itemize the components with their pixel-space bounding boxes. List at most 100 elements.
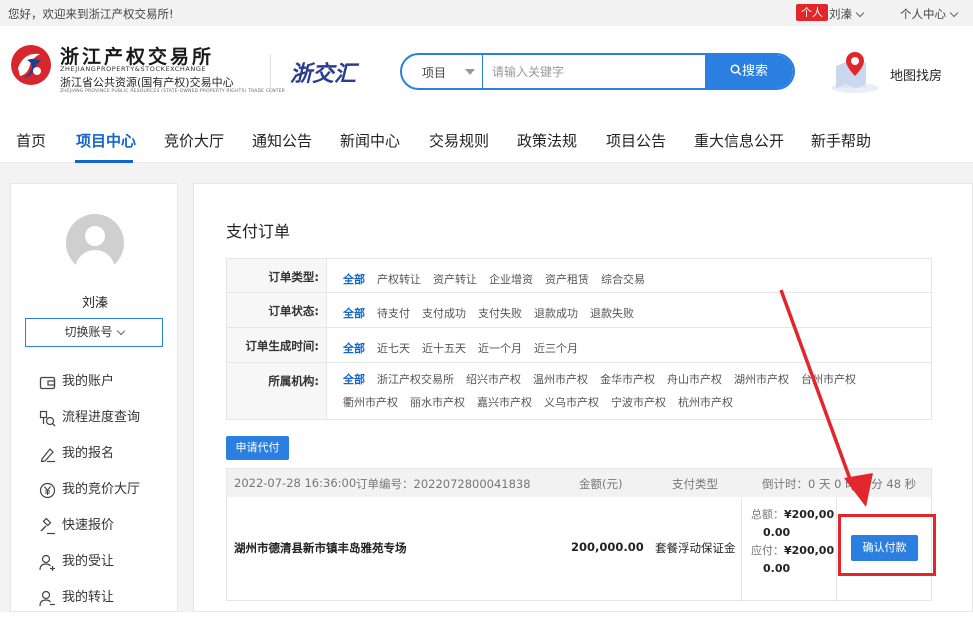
dropdown-triangle-icon[interactable]	[465, 69, 475, 75]
filter-label: 订单状态:	[227, 293, 327, 327]
filter-row-created-time: 订单生成时间: 全部 近七天 近十五天 近一个月 近三个月	[227, 328, 931, 363]
filter-option[interactable]: 企业增资	[489, 268, 533, 291]
filter-option[interactable]: 近七天	[377, 337, 410, 360]
filter-option[interactable]: 近三个月	[534, 337, 578, 360]
sidebar-item-my-bidding-hall[interactable]: 我的竞价大厅	[39, 480, 140, 516]
confirm-payment-button[interactable]: 确认付款	[851, 535, 918, 561]
sidebar-item-my-account[interactable]: 我的账户	[39, 372, 140, 408]
nav-project-center[interactable]: 项目中心	[76, 130, 136, 151]
filter-option[interactable]: 温州市产权	[533, 368, 588, 391]
pay-type-column-header: 支付类型	[672, 477, 718, 491]
welcome-text: 您好，欢迎来到浙江产权交易所!	[8, 7, 174, 21]
sidebar-item-my-transfers[interactable]: 我的转让	[39, 588, 140, 624]
filter-label: 所属机构:	[227, 363, 327, 419]
user-name: 刘溱	[829, 7, 852, 21]
sidebar-item-my-acquisitions[interactable]: 我的受让	[39, 552, 140, 588]
filter-option[interactable]: 丽水市产权	[410, 391, 465, 414]
filter-option[interactable]: 浙江产权交易所	[377, 368, 454, 391]
filter-option[interactable]: 衢州市产权	[343, 391, 398, 414]
sidebar-item-label: 我的转让	[62, 590, 115, 605]
filter-option[interactable]: 资产转让	[433, 268, 477, 291]
nav-policies[interactable]: 政策法规	[517, 130, 577, 151]
switch-account-label: 切换账号	[64, 325, 113, 339]
header: 浙江产权交易所 ZHEJIANGPROPERTY&STOCKEXCHANGE 浙…	[0, 26, 973, 116]
filter-option[interactable]: 绍兴市产权	[466, 368, 521, 391]
filter-option[interactable]: 近一个月	[478, 337, 522, 360]
filter-options: 全部 待支付 支付成功 支付失败 退款成功 退款失败	[343, 302, 923, 325]
search-type-select[interactable]: 项目	[422, 64, 446, 81]
sidebar-item-label: 流程进度查询	[62, 410, 141, 425]
search-icon	[730, 64, 742, 76]
nav-project-announcements[interactable]: 项目公告	[606, 130, 666, 151]
nav-bidding-hall[interactable]: 竞价大厅	[164, 130, 224, 151]
nav-notices[interactable]: 通知公告	[252, 130, 312, 151]
filter-option[interactable]: 支付失败	[478, 302, 522, 325]
sidebar-item-label: 我的受让	[62, 554, 115, 569]
map-find-label: 地图找房	[890, 69, 943, 84]
search-input[interactable]	[492, 61, 702, 83]
map-pin-icon	[831, 52, 879, 93]
filter-option[interactable]: 台州市产权	[801, 368, 856, 391]
filter-option[interactable]: 产权转让	[377, 268, 421, 291]
user-menu[interactable]: 刘溱	[829, 6, 865, 22]
sidebar-item-progress-query[interactable]: 流程进度查询	[39, 408, 140, 444]
filter-option[interactable]: 全部	[343, 368, 365, 391]
due-label: 应付：	[751, 544, 784, 557]
filter-option[interactable]: 退款失败	[590, 302, 634, 325]
sign-pen-icon	[40, 448, 55, 463]
search-bar: 项目 搜索	[400, 53, 795, 90]
filter-option[interactable]: 舟山市产权	[667, 368, 722, 391]
filter-option[interactable]: 支付成功	[422, 302, 466, 325]
nav-trading-rules[interactable]: 交易规则	[429, 130, 489, 151]
switch-account-button[interactable]: 切换账号	[25, 318, 163, 347]
user-add-icon	[39, 554, 55, 571]
top-bar: 您好，欢迎来到浙江产权交易所! 个人 刘溱 个人中心	[0, 0, 973, 26]
user-sidebar: 刘溱 切换账号 我的账户 流程进度查询 我的报名 我的竞价大厅 快速报价 我的受…	[10, 183, 178, 612]
apply-proxy-payment-button[interactable]: 申请代付	[226, 436, 289, 460]
chevron-down-icon	[855, 8, 865, 18]
filter-option[interactable]: 待支付	[377, 302, 410, 325]
nav-home[interactable]: 首页	[16, 130, 46, 151]
logo-english-subtitle: ZHEJIANG PROVINCE PUBLIC RESOURCES (STAT…	[60, 89, 286, 94]
exchange-logo-icon[interactable]	[10, 44, 52, 86]
amount-column-header: 金额(元)	[579, 477, 623, 491]
nav-major-disclosure[interactable]: 重大信息公开	[694, 130, 784, 151]
order-number: 订单编号：2022072800041838	[356, 477, 531, 491]
filter-option[interactable]: 金华市产权	[600, 368, 655, 391]
filter-option[interactable]: 综合交易	[601, 268, 645, 291]
filter-option[interactable]: 湖州市产权	[734, 368, 789, 391]
filter-option[interactable]: 退款成功	[534, 302, 578, 325]
filter-option[interactable]: 全部	[343, 268, 365, 291]
sidebar-item-label: 快速报价	[62, 518, 115, 533]
sidebar-item-label: 我的竞价大厅	[62, 482, 141, 497]
user-center-menu[interactable]: 个人中心	[900, 6, 959, 22]
filter-option[interactable]: 资产租赁	[545, 268, 589, 291]
nav-help[interactable]: 新手帮助	[811, 130, 871, 151]
sidebar-item-quick-quote[interactable]: 快速报价	[39, 516, 140, 552]
zjh-brand-logo[interactable]: 浙交汇	[290, 56, 356, 88]
search-button-label: 搜索	[741, 64, 768, 79]
sidebar-item-my-registration[interactable]: 我的报名	[39, 444, 140, 480]
order-card: 2022-07-28 16:36:00 订单编号：202207280004183…	[226, 468, 936, 602]
filter-option[interactable]: 义乌市产权	[544, 391, 599, 414]
order-totals: 总额：¥200,00 0.00 应付：¥200,00 0.00	[751, 506, 834, 578]
divider	[741, 497, 742, 602]
main-content: 支付订单 订单类型: 全部 产权转让 资产转让 企业增资 资产租赁 综合交易 订单状态: …	[193, 183, 973, 612]
total-value-cents: 0.00	[763, 526, 791, 539]
search-button[interactable]: 搜索	[705, 55, 793, 88]
filter-option[interactable]: 全部	[343, 337, 365, 360]
filter-option[interactable]: 近十五天	[422, 337, 466, 360]
total-label: 总额：	[751, 508, 784, 521]
filter-option[interactable]: 杭州市产权	[678, 391, 733, 414]
nav-news[interactable]: 新闻中心	[340, 130, 400, 151]
sidebar-item-label: 我的报名	[62, 446, 115, 461]
filter-option[interactable]: 全部	[343, 302, 365, 325]
map-find-house[interactable]: 地图找房	[828, 50, 968, 94]
divider	[836, 497, 837, 602]
main-nav: 首页 项目中心 竞价大厅 通知公告 新闻中心 交易规则 政策法规 项目公告 重大…	[0, 116, 973, 163]
order-project-name[interactable]: 湖州市德清县新市镇丰岛雅苑专场	[234, 540, 407, 556]
filter-option[interactable]: 嘉兴市产权	[477, 391, 532, 414]
sidebar-item-label: 我的账户	[62, 374, 115, 389]
page-title: 支付订单	[226, 222, 291, 241]
filter-option[interactable]: 宁波市产权	[611, 391, 666, 414]
